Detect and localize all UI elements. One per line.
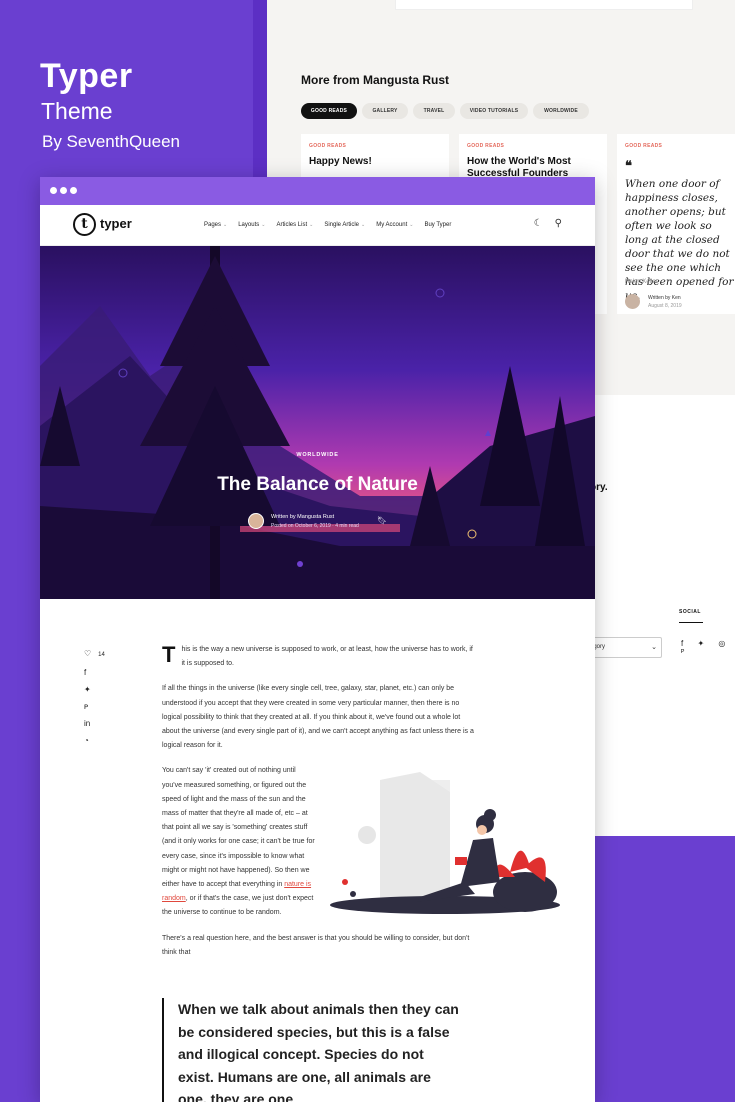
article-paragraph: You can't say 'it' created out of nothin… (162, 764, 317, 920)
social-icons[interactable]: f ✦ ◎ ᴾ (681, 639, 735, 657)
nav-item-articles-list[interactable]: Articles List ⌄ (276, 222, 313, 228)
search-icon[interactable]: ⚲ (555, 218, 562, 229)
tab-travel[interactable]: TRAVEL (413, 103, 455, 119)
window-titlebar (40, 177, 595, 205)
tab-worldwide[interactable]: WORLDWIDE (533, 103, 589, 119)
tab-video-tutorials[interactable]: VIDEO TUTORIALS (460, 103, 528, 119)
site-header: t typer Pages ⌄ Layouts ⌄ Articles List ⌄ S… (40, 205, 595, 246)
brand-title: Typer (40, 57, 133, 95)
tab-gallery[interactable]: GALLERY (362, 103, 408, 119)
nav-item-label: Layouts (238, 222, 260, 228)
pull-quote: When we talk about animals then they can… (162, 998, 462, 1102)
article-paragraph-text: You can't say 'it' created out of nothin… (162, 767, 315, 889)
heart-icon: ♡ (84, 649, 92, 658)
quote-mark-icon: ❝ (625, 158, 632, 173)
chevron-down-icon: ⌄ (223, 222, 228, 228)
chevron-down-icon: ⌄ (309, 222, 314, 228)
background-top-card (395, 0, 693, 10)
article-paragraph: There's a real question here, and the be… (162, 934, 470, 956)
nav-item-label: Articles List (276, 222, 308, 228)
brand-subtitle: Theme (41, 98, 113, 124)
nav-item-pages[interactable]: Pages ⌄ (204, 222, 227, 228)
tab-good-reads[interactable]: GOOD READS (301, 103, 357, 119)
facebook-icon[interactable]: f (84, 664, 105, 681)
nav-item-my-account[interactable]: My Account ⌄ (376, 222, 413, 228)
nav-item-label: Single Article (324, 222, 360, 228)
divider (679, 622, 703, 623)
quote-author: Helen Keller (625, 279, 658, 285)
quote-date: August 8, 2019 (648, 303, 682, 309)
reading-person-illustration (330, 772, 560, 914)
whatsapp-icon[interactable]: ◔ (84, 732, 105, 749)
nav-item-label: Buy Typer (424, 222, 452, 228)
hero-landscape-illustration (40, 246, 595, 599)
chevron-down-icon: ⌄ (409, 222, 414, 228)
nav-item-label: Pages (204, 222, 222, 228)
article-paragraph: This is the way a new universe is suppos… (162, 643, 477, 671)
twitter-icon[interactable]: ✦ (84, 681, 105, 698)
nav-item-buy-typer[interactable]: Buy Typer (424, 222, 451, 228)
post-card-title[interactable]: Happy News! (309, 156, 429, 168)
brand-author: By SeventhQueen (42, 132, 180, 151)
chevron-down-icon: ⌄ (651, 644, 657, 651)
social-label: SOCIAL (679, 609, 701, 615)
article-paragraph-text: his is the way a new universe is suppose… (181, 646, 473, 668)
avatar[interactable] (248, 513, 264, 529)
post-card-category: GOOD READS (467, 143, 505, 149)
nav-item-label: My Account (376, 222, 408, 228)
share-bar: ♡ 14 f ✦ ᴘ in ◔ (84, 645, 105, 749)
hero-meta: Posted on October 6, 2019 · 4 min read (271, 523, 359, 529)
more-from-title: More from Mangusta Rust (301, 73, 450, 87)
logo-icon[interactable]: t (73, 213, 96, 236)
moon-icon[interactable]: ☾ (534, 218, 543, 229)
nav-item-layouts[interactable]: Layouts ⌄ (238, 222, 265, 228)
header-icons: ☾ ⚲ (534, 218, 562, 229)
chevron-down-icon: ⌄ (261, 222, 266, 228)
window-dot (50, 187, 57, 194)
article-paragraph: If all the things in the universe (like … (162, 685, 474, 750)
hero-category[interactable]: WORLDWIDE (40, 452, 595, 458)
linkedin-icon[interactable]: in (84, 715, 105, 732)
window-dot (70, 187, 77, 194)
hero-banner: WORLDWIDE The Balance of Nature Written … (40, 246, 595, 599)
logo-text[interactable]: typer (100, 216, 132, 231)
hero-author[interactable]: Written by Mangusta Rust (271, 514, 334, 520)
avatar (625, 294, 640, 309)
nav-item-single-article[interactable]: Single Article ⌄ (324, 222, 365, 228)
like-count: 14 (98, 652, 105, 658)
pinterest-icon[interactable]: ᴘ (84, 698, 105, 715)
chevron-down-icon: ⌄ (361, 222, 366, 228)
dropcap: T (162, 642, 176, 667)
post-card-category: GOOD READS (309, 143, 347, 149)
browser-window: t typer Pages ⌄ Layouts ⌄ Articles List ⌄ S… (40, 177, 595, 1102)
bookmark-icon[interactable]: 🔖︎ (377, 516, 387, 525)
main-nav: Pages ⌄ Layouts ⌄ Articles List ⌄ Single Ar… (204, 222, 451, 228)
quote-card-category: GOOD READS (625, 143, 663, 149)
quote-written-by: Written by Ken (648, 295, 681, 301)
like-button[interactable]: ♡ 14 (84, 645, 105, 664)
window-dot (60, 187, 67, 194)
hero-title: The Balance of Nature (217, 474, 418, 495)
